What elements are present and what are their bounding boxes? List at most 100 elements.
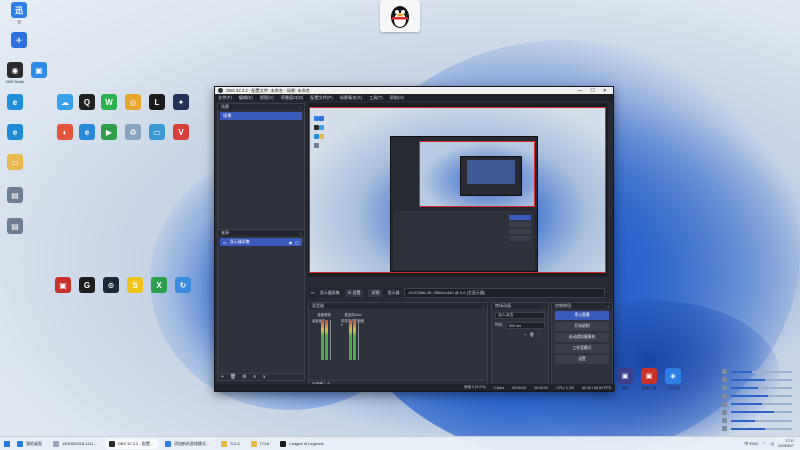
- remove-source-button[interactable]: 🗑: [230, 374, 236, 380]
- virtual-camera-button[interactable]: 启动虚拟摄像机: [555, 333, 609, 342]
- maximize-button[interactable]: ☐: [590, 88, 594, 94]
- app-store-icon: ▣: [31, 62, 47, 78]
- menu-item[interactable]: 场景集合(S): [340, 95, 362, 101]
- dock-menu-icon[interactable]: ▫: [300, 105, 301, 110]
- volume-slider[interactable]: [358, 320, 359, 360]
- volume-row[interactable]: [722, 393, 792, 400]
- taskbar-item[interactable]: 我的桌面: [13, 439, 46, 449]
- close-button[interactable]: ✕: [603, 88, 607, 94]
- desktop-shortcut[interactable]: V: [166, 124, 196, 140]
- taskbar-label: TCL3: [229, 441, 240, 446]
- duration-input[interactable]: 300 ms: [505, 322, 545, 329]
- menu-item[interactable]: 帮助(H): [390, 95, 404, 101]
- volume-track[interactable]: [731, 427, 792, 430]
- stop-streaming-button[interactable]: 停止直播: [555, 311, 609, 320]
- taskbar-label: TCL6: [259, 441, 270, 446]
- desktop-shortcut[interactable]: e: [0, 94, 30, 110]
- volume-row[interactable]: [722, 425, 792, 432]
- taskbar-item[interactable]: TCL6: [247, 439, 274, 449]
- lock-icon[interactable]: ▢: [295, 240, 299, 245]
- menu-item[interactable]: 视图(V): [260, 95, 274, 101]
- volume-track[interactable]: [731, 403, 792, 406]
- desktop-shortcut[interactable]: ↻: [168, 277, 198, 293]
- volume-row[interactable]: [722, 384, 792, 391]
- visibility-eye-icon[interactable]: ◉: [289, 240, 293, 245]
- preview-area[interactable]: [308, 103, 608, 277]
- desktop-shortcut[interactable]: 迅迅: [4, 2, 34, 25]
- volume-track[interactable]: [731, 395, 792, 398]
- desktop-shortcut[interactable]: ◈ 个人助手: [658, 368, 688, 391]
- settings-button[interactable]: 设置: [555, 355, 609, 364]
- volume-meter: [325, 320, 328, 360]
- menu-item[interactable]: 编辑(E): [239, 95, 253, 101]
- menu-item[interactable]: 工具(T): [369, 95, 383, 101]
- volume-row[interactable]: [722, 409, 792, 416]
- dock-menu-icon[interactable]: ▫: [608, 304, 609, 309]
- move-up-button[interactable]: ∧: [253, 374, 257, 380]
- menu-item[interactable]: 配置文件(P): [310, 95, 332, 101]
- taskbar-item[interactable]: OBS 32.2.2 - 配置…: [104, 438, 158, 449]
- menu-item[interactable]: 文件(F): [218, 95, 232, 101]
- dock-menu-icon[interactable]: ▫: [544, 304, 545, 309]
- ie-icon: e: [79, 124, 95, 140]
- remove-transition-button[interactable]: 🗑: [529, 332, 534, 337]
- volume-track[interactable]: [731, 378, 792, 381]
- studio-mode-button[interactable]: 工作室模式: [555, 344, 609, 353]
- scene-item[interactable]: 场景: [220, 112, 302, 120]
- volume-fill: [731, 370, 753, 373]
- obs-titlebar[interactable]: OBS 32.2.2 - 配置文件: 未命名 - 场景: 未命名 — ☐ ✕: [215, 87, 613, 94]
- volume-track[interactable]: [731, 419, 792, 422]
- record-time: 00:00:00: [534, 385, 549, 390]
- input-method[interactable]: 中 ENG: [744, 441, 758, 447]
- penguin-icon: [391, 6, 409, 28]
- taskbar-item[interactable]: League of Legends: [276, 439, 327, 449]
- thunder-icon: 迅: [11, 2, 27, 18]
- wegame-icon: G: [79, 277, 95, 293]
- desktop-shortcut[interactable]: e: [0, 124, 30, 140]
- volume-row[interactable]: [722, 417, 792, 424]
- move-down-button[interactable]: ∨: [262, 374, 266, 380]
- dock-menu-icon[interactable]: ▫: [483, 304, 484, 309]
- filters-button[interactable]: 滤镜: [368, 288, 383, 297]
- minimize-button[interactable]: —: [577, 88, 582, 94]
- add-source-button[interactable]: +: [221, 374, 224, 380]
- folder-icon: ▭: [7, 154, 23, 170]
- add-transition-button[interactable]: +: [524, 333, 526, 337]
- clock[interactable]: 17:11 2025/8/27: [778, 439, 794, 448]
- taskbar-items: 我的桌面 1402929215-1111… OBS 32.2.2 - 配置… 添加新的…: [10, 438, 328, 449]
- volume-track[interactable]: [731, 370, 792, 373]
- start-recording-button[interactable]: 开始录制: [555, 322, 609, 331]
- transition-menu-button[interactable]: ⋮: [537, 332, 541, 337]
- desktop-shortcut[interactable]: ✈: [4, 32, 34, 48]
- desktop-shortcut[interactable]: ▤: [0, 218, 30, 234]
- transition-select[interactable]: 淡入淡出: [495, 312, 545, 319]
- desktop-shortcut[interactable]: ▭: [0, 154, 30, 170]
- volume-track[interactable]: [731, 386, 792, 389]
- source-label: 显示器采集: [229, 239, 250, 244]
- preview-canvas[interactable]: [309, 107, 606, 273]
- source-item[interactable]: ▭ 显示器采集 ◉ ▢: [220, 238, 302, 246]
- volume-slider[interactable]: [330, 320, 331, 360]
- network-icon[interactable]: ◠: [762, 441, 766, 446]
- sync-icon: ↻: [175, 277, 191, 293]
- menu-item[interactable]: 停靠窗口(D): [281, 95, 304, 101]
- desktop-shortcut[interactable]: ▤: [0, 187, 30, 203]
- taskbar-item[interactable]: TCL3: [217, 439, 244, 449]
- taskbar-item[interactable]: 添加新的游戏模式…: [161, 439, 214, 449]
- desktop-shortcut[interactable]: ▣: [24, 62, 54, 78]
- obs-window[interactable]: OBS 32.2.2 - 配置文件: 未命名 - 场景: 未命名 — ☐ ✕ 文…: [214, 86, 615, 392]
- channel-device-select[interactable]: 桌面音频 ▾: [312, 318, 336, 323]
- volume-row[interactable]: [722, 376, 792, 383]
- qq-penguin-widget[interactable]: [380, 0, 420, 32]
- desktop-shortcut[interactable]: ✦: [166, 94, 196, 110]
- taskbar-item[interactable]: 1402929215-1111…: [49, 439, 102, 449]
- volume-row[interactable]: [722, 401, 792, 408]
- dock-menu-icon[interactable]: ▫: [300, 231, 301, 236]
- properties-button[interactable]: ⚙ 设置: [344, 288, 364, 297]
- display-select[interactable]: VX2758A-2K: 2560x1440 @ 0,0 (主显示器): [404, 287, 605, 298]
- audio-mixer-dock: 混音器▫ 桌面音频 桌面音频 ▾ 麦克风/Aux 麦克风/辅助音频 ▾ 已隐藏 …: [308, 302, 488, 388]
- source-settings-button[interactable]: ⚙: [242, 374, 246, 380]
- speaker-icon[interactable]: ◁): [770, 441, 774, 446]
- volume-track[interactable]: [731, 411, 792, 414]
- volume-row[interactable]: [722, 368, 792, 375]
